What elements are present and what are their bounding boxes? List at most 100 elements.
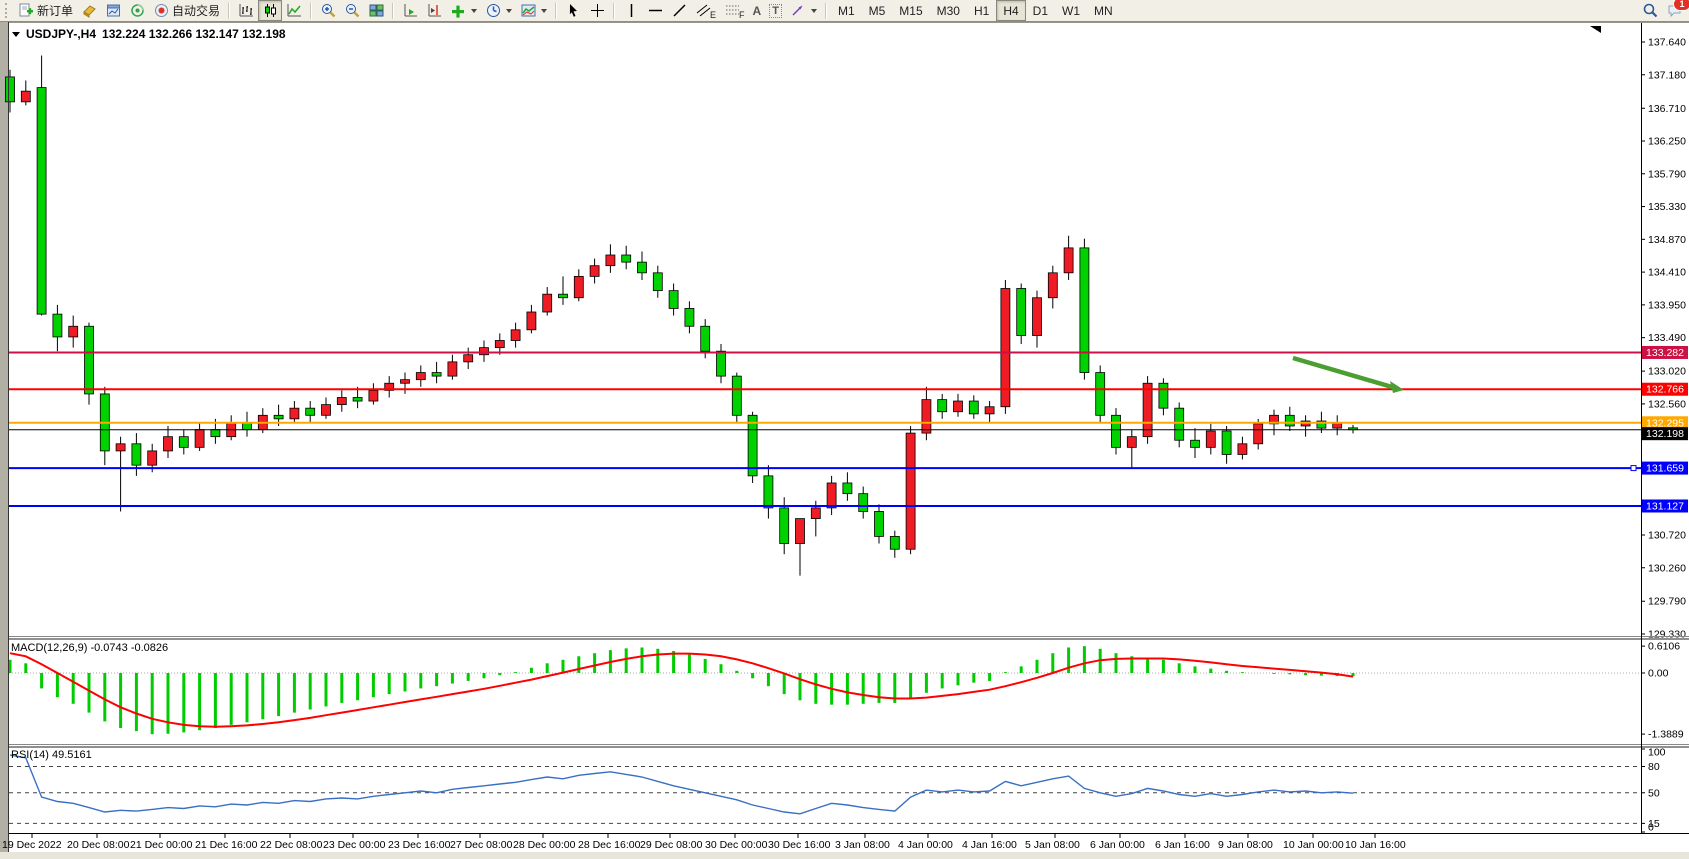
svg-text:136.250: 136.250 [1648,136,1686,148]
svg-text:0: 0 [1648,822,1654,834]
chart-shift-button[interactable] [422,0,446,21]
svg-text:80: 80 [1648,761,1660,773]
svg-text:19 Dec 2022: 19 Dec 2022 [2,839,62,851]
svg-text:134.410: 134.410 [1648,267,1686,279]
autotrade-label: 自动交易 [172,2,220,19]
bar-chart-button[interactable] [234,0,258,21]
svg-text:22 Dec 08:00: 22 Dec 08:00 [260,839,323,851]
new-order-button[interactable]: 新订单 [14,0,77,21]
vertical-line-icon [623,3,639,19]
svg-text:6 Jan 16:00: 6 Jan 16:00 [1155,839,1210,851]
text-button[interactable]: A [749,0,766,21]
crosshair-button[interactable] [585,0,609,21]
svg-text:131.659: 131.659 [1646,463,1684,475]
svg-text:135.330: 135.330 [1648,201,1686,213]
svg-text:10 Jan 16:00: 10 Jan 16:00 [1345,839,1406,851]
vertical-line-button[interactable] [619,0,643,21]
trendline-button[interactable] [667,0,691,21]
equidistant-channel-icon [695,3,711,19]
add-indicator-button[interactable] [446,0,481,21]
candlestick-chart-button[interactable] [258,0,282,21]
svg-text:132.198: 132.198 [1646,428,1684,440]
timeframe-MN-button[interactable]: MN [1087,0,1120,21]
timeframe-M1-button[interactable]: M1 [831,0,862,21]
cursor-button[interactable] [561,0,585,21]
svg-text:133.282: 133.282 [1646,347,1684,359]
channel-sub-label: E [710,10,716,20]
svg-text:30 Dec 16:00: 30 Dec 16:00 [768,839,831,851]
svg-text:0.00: 0.00 [1648,668,1669,680]
bar-chart-icon [238,3,254,19]
chart-canvas[interactable]: 137.640137.180136.710136.250135.790135.3… [0,0,1689,859]
line-chart-icon [286,3,302,19]
svg-text:133.490: 133.490 [1648,332,1686,344]
svg-text:130.260: 130.260 [1648,562,1686,574]
search-button[interactable] [1638,0,1662,21]
svg-text:100: 100 [1648,747,1666,759]
svg-text:20 Dec 08:00: 20 Dec 08:00 [67,839,130,851]
tile-windows-icon [368,3,384,19]
timeframe-M15-button[interactable]: M15 [892,0,929,21]
arrows-tool-button[interactable] [786,0,821,21]
svg-text:9 Jan 08:00: 9 Jan 08:00 [1218,839,1273,851]
svg-text:137.180: 137.180 [1648,69,1686,81]
signals-button[interactable] [125,0,149,21]
autotrade-icon [153,3,169,19]
autotrade-button[interactable]: 自动交易 [149,0,224,21]
fibonacci-icon [724,3,740,19]
dropdown-caret-icon [541,9,547,13]
svg-text:131.127: 131.127 [1646,500,1684,512]
channel-button[interactable]: E [691,0,720,21]
autoscroll-button[interactable] [398,0,422,21]
mt4-terminal: { "toolbar": { "new_order_label": "新订单",… [0,0,1689,859]
fibonacci-sub-label: F [739,10,745,20]
timeframe-M30-button[interactable]: M30 [930,0,967,21]
dropdown-caret-icon [471,9,477,13]
timeframe-H1-button[interactable]: H1 [967,0,996,21]
toolbar-separator [392,3,394,19]
svg-text:130.720: 130.720 [1648,529,1686,541]
svg-text:30 Dec 00:00: 30 Dec 00:00 [705,839,768,851]
trendline-icon [671,3,687,19]
new-order-label: 新订单 [37,2,73,19]
text-tool-label: A [753,4,762,18]
dropdown-caret-icon [811,9,817,13]
timeframe-H4-button[interactable]: H4 [996,0,1025,21]
svg-text:5 Jan 08:00: 5 Jan 08:00 [1025,839,1080,851]
autoscroll-icon [402,3,418,19]
arrows-tool-icon [790,3,806,19]
svg-text:3 Jan 08:00: 3 Jan 08:00 [835,839,890,851]
svg-text:4 Jan 00:00: 4 Jan 00:00 [898,839,953,851]
notifications-button[interactable]: 1 [1662,0,1686,21]
timeframe-M5-button[interactable]: M5 [862,0,893,21]
svg-text:133.020: 133.020 [1648,366,1686,378]
fibonacci-button[interactable]: F [720,0,749,21]
editor-button[interactable] [77,0,101,21]
timeframe-W1-button[interactable]: W1 [1055,0,1087,21]
svg-text:-1.3889: -1.3889 [1648,729,1684,741]
zoom-out-button[interactable] [340,0,364,21]
toolbar-grip [5,3,10,18]
charts-window-button[interactable] [101,0,125,21]
svg-text:21 Dec 00:00: 21 Dec 00:00 [130,839,193,851]
crosshair-icon [589,3,605,19]
svg-text:23 Dec 00:00: 23 Dec 00:00 [323,839,386,851]
svg-text:28 Dec 16:00: 28 Dec 16:00 [578,839,641,851]
clock-icon [485,3,501,19]
search-icon [1642,3,1658,19]
text-label-button[interactable]: T [765,0,786,21]
period-button[interactable] [481,0,516,21]
chart-shift-icon [426,3,442,19]
svg-text:136.710: 136.710 [1648,103,1686,115]
template-icon [520,3,536,19]
tile-windows-button[interactable] [364,0,388,21]
new-order-icon [18,3,34,19]
horizontal-line-button[interactable] [643,0,667,21]
zoom-in-button[interactable] [316,0,340,21]
template-button[interactable] [516,0,551,21]
zoom-in-icon [320,3,336,19]
svg-text:6 Jan 00:00: 6 Jan 00:00 [1090,839,1145,851]
timeframe-D1-button[interactable]: D1 [1026,0,1055,21]
svg-text:50: 50 [1648,787,1660,799]
line-chart-button[interactable] [282,0,306,21]
